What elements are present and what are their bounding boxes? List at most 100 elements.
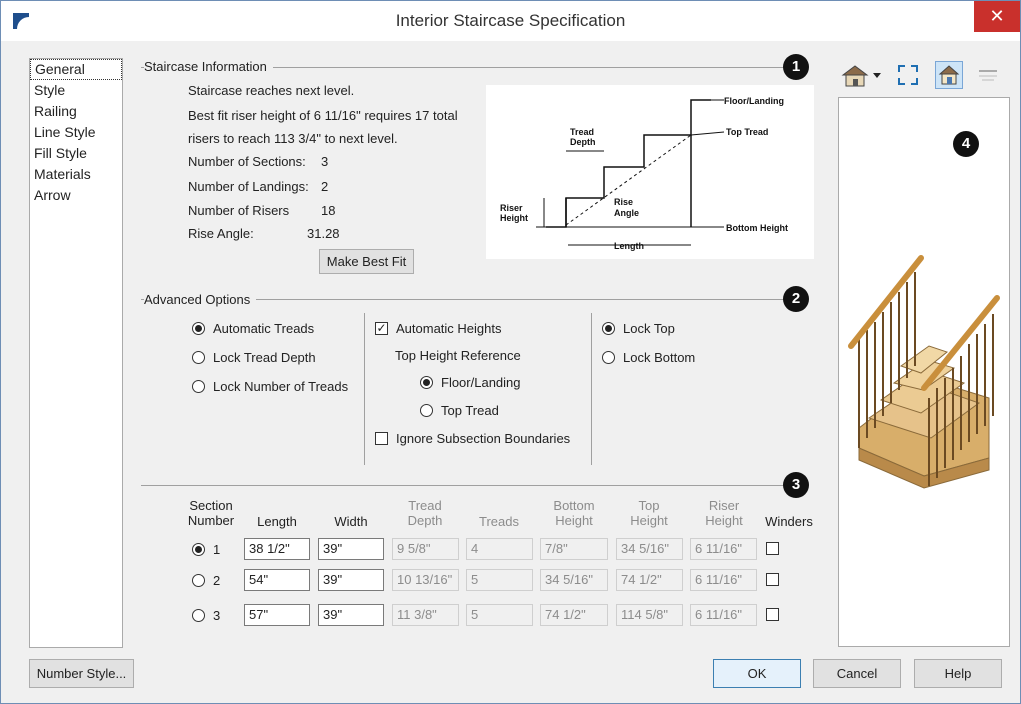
header-line: Bottom — [553, 498, 595, 513]
section-row-radio[interactable] — [192, 574, 205, 587]
diagram-label-depth: Depth — [570, 137, 596, 147]
length-input[interactable]: 57" — [244, 604, 310, 626]
nav-item-fill-style[interactable]: Fill Style — [30, 143, 122, 164]
top-tread-radio[interactable] — [420, 404, 433, 417]
separator — [141, 485, 791, 486]
fill-window-button[interactable] — [896, 63, 920, 87]
lock-top-label[interactable]: Lock Top — [623, 321, 675, 336]
nav-item-style[interactable]: Style — [30, 80, 122, 101]
diagram-label-angle: Angle — [614, 208, 639, 218]
tread-depth-field: 9 5/8" — [392, 538, 459, 560]
section-row-radio[interactable] — [192, 609, 205, 622]
header-line: Height — [555, 513, 593, 528]
diagram-label-riser: Riser — [500, 203, 523, 213]
category-list: General Style Railing Line Style Fill St… — [29, 58, 123, 648]
top-tread-label[interactable]: Top Tread — [441, 403, 499, 418]
diagram-label-floor-landing: Floor/Landing — [724, 96, 784, 106]
header-line: Height — [630, 513, 668, 528]
header-line: Number — [187, 513, 235, 528]
advanced-options-title: Advanced Options — [144, 292, 257, 307]
stat-value: 2 — [321, 179, 329, 194]
number-style-button[interactable]: Number Style... — [29, 659, 134, 688]
camera-view-dropdown[interactable] — [840, 63, 884, 87]
cancel-button[interactable]: Cancel — [813, 659, 901, 688]
treads-field: 4 — [466, 538, 533, 560]
riser-height-field: 6 11/16" — [690, 538, 757, 560]
badge-1: 1 — [783, 54, 809, 80]
header-top-height: Top Height — [616, 498, 682, 528]
lock-bottom-radio[interactable] — [602, 351, 615, 364]
automatic-heights-label[interactable]: Automatic Heights — [396, 321, 502, 336]
info-line-3: risers to reach 113 3/4" to next level. — [188, 131, 398, 146]
section-number: 1 — [213, 542, 221, 557]
stat-label: Number of Landings: — [188, 179, 309, 194]
info-line-1: Staircase reaches next level. — [188, 83, 355, 98]
info-line-2: Best fit riser height of 6 11/16" requir… — [188, 108, 458, 123]
floor-landing-radio[interactable] — [420, 376, 433, 389]
diagram-label-height: Height — [500, 213, 528, 223]
header-section-number: Section Number — [179, 498, 243, 528]
winders-checkbox[interactable] — [766, 573, 779, 586]
divider — [364, 313, 365, 465]
diagram-label-bottom-height: Bottom Height — [726, 223, 788, 233]
top-height-field: 74 1/2" — [616, 569, 683, 591]
lock-number-of-treads-radio[interactable] — [192, 380, 205, 393]
ignore-subsection-label[interactable]: Ignore Subsection Boundaries — [396, 431, 570, 446]
header-line: Depth — [407, 513, 443, 528]
nav-item-general[interactable]: General — [30, 59, 122, 80]
automatic-treads-radio[interactable] — [192, 322, 205, 335]
section-number: 2 — [213, 573, 221, 588]
lock-tread-depth-radio[interactable] — [192, 351, 205, 364]
window-title: Interior Staircase Specification — [395, 11, 626, 30]
automatic-treads-label[interactable]: Automatic Treads — [213, 321, 314, 336]
staircase-preview[interactable]: 4 — [838, 97, 1010, 647]
width-input[interactable]: 39" — [318, 538, 384, 560]
length-input[interactable]: 54" — [244, 569, 310, 591]
lock-number-of-treads-label[interactable]: Lock Number of Treads — [213, 379, 348, 394]
lock-bottom-label[interactable]: Lock Bottom — [623, 350, 695, 365]
header-length: Length — [257, 514, 297, 529]
nav-item-arrow[interactable]: Arrow — [30, 185, 122, 206]
diagram-label-length: Length — [614, 241, 644, 251]
nav-item-railing[interactable]: Railing — [30, 101, 122, 122]
make-best-fit-button[interactable]: Make Best Fit — [319, 249, 414, 274]
winders-checkbox[interactable] — [766, 542, 779, 555]
dimension-tool-button[interactable] — [976, 63, 1000, 87]
header-bottom-height: Bottom Height — [539, 498, 609, 528]
bottom-height-field: 34 5/16" — [540, 569, 608, 591]
preview-mode-button[interactable] — [935, 61, 963, 89]
winders-checkbox[interactable] — [766, 608, 779, 621]
dialog-window: Interior Staircase Specification ✕ Gener… — [0, 0, 1021, 704]
tread-depth-field: 11 3/8" — [392, 604, 459, 626]
width-input[interactable]: 39" — [318, 569, 384, 591]
header-line: Height — [705, 513, 743, 528]
nav-item-materials[interactable]: Materials — [30, 164, 122, 185]
lock-top-radio[interactable] — [602, 322, 615, 335]
close-button[interactable]: ✕ — [974, 1, 1020, 32]
length-input[interactable]: 38 1/2" — [244, 538, 310, 560]
automatic-heights-checkbox[interactable]: ✓ — [375, 322, 388, 335]
stat-value: 3 — [321, 154, 329, 169]
dimension-icon — [979, 70, 997, 81]
ignore-subsection-checkbox[interactable] — [375, 432, 388, 445]
nav-item-line-style[interactable]: Line Style — [30, 122, 122, 143]
header-width: Width — [334, 514, 368, 529]
staircase-diagram: Floor/Landing Top Tread Tread Depth Rise… — [486, 85, 814, 259]
badge-2: 2 — [783, 286, 809, 312]
staircase-diagram-svg: Floor/Landing Top Tread Tread Depth Rise… — [500, 96, 788, 251]
help-button[interactable]: Help — [914, 659, 1002, 688]
section-row-radio[interactable] — [192, 543, 205, 556]
lock-tread-depth-label[interactable]: Lock Tread Depth — [213, 350, 316, 365]
treads-field: 5 — [466, 569, 533, 591]
treads-field: 5 — [466, 604, 533, 626]
divider — [591, 313, 592, 465]
floor-landing-label[interactable]: Floor/Landing — [441, 375, 521, 390]
badge-3: 3 — [783, 472, 809, 498]
stat-value: 18 — [321, 203, 336, 218]
ok-button[interactable]: OK — [713, 659, 801, 688]
riser-height-field: 6 11/16" — [690, 604, 757, 626]
expand-icon — [898, 65, 918, 85]
top-height-field: 34 5/16" — [616, 538, 683, 560]
title-bar: Interior Staircase Specification ✕ — [1, 1, 1020, 41]
width-input[interactable]: 39" — [318, 604, 384, 626]
